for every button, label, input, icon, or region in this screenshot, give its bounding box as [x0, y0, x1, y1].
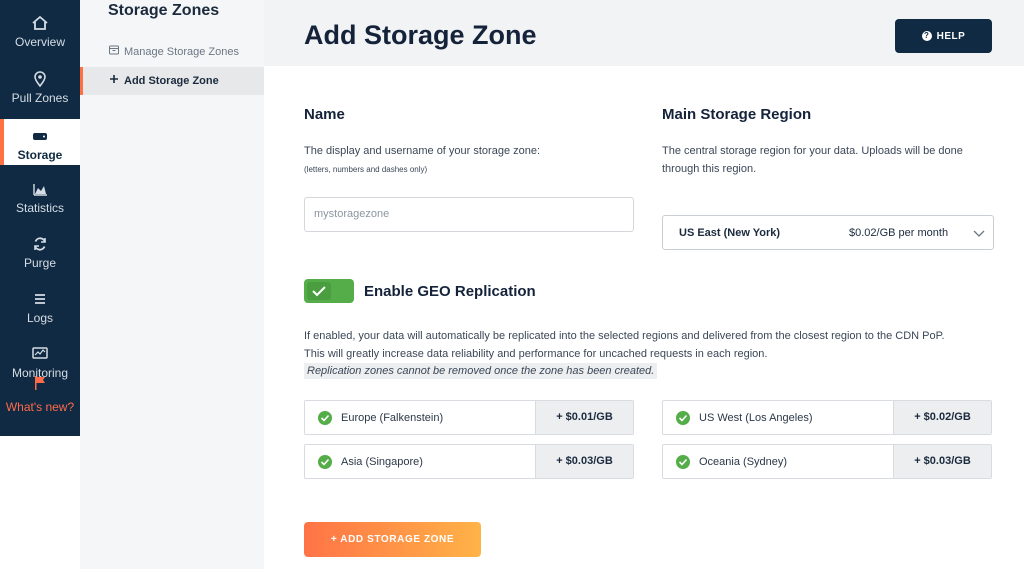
check-circle-icon [318, 411, 332, 425]
geo-description-line1: If enabled, your data will automatically… [304, 330, 945, 342]
zone-price: + $0.01/GB [535, 401, 633, 434]
name-heading: Name [304, 106, 345, 123]
zone-price: + $0.03/GB [535, 445, 633, 478]
replication-zone-us-west[interactable]: US West (Los Angeles) + $0.02/GB [662, 400, 992, 435]
area-chart-icon [33, 184, 47, 196]
monitor-icon [32, 347, 48, 359]
storage-subnav: Storage Zones Manage Storage Zones Add S… [80, 0, 264, 569]
nav-item-statistics[interactable]: Statistics [0, 180, 80, 232]
page-title: Add Storage Zone [304, 20, 537, 50]
storage-zone-name-input[interactable]: mystoragezone [304, 197, 634, 232]
replication-zone-europe[interactable]: Europe (Falkenstein) + $0.01/GB [304, 400, 634, 435]
nav-item-storage[interactable]: Storage [0, 119, 80, 165]
check-circle-icon [318, 455, 332, 469]
main-nav: Overview Pull Zones Storage Statistics P… [0, 0, 80, 436]
main-region-select[interactable]: US East (New York) $0.02/GB per month [662, 215, 994, 250]
archive-icon [108, 38, 120, 66]
subnav-item-manage-storage-zones[interactable]: Manage Storage Zones [80, 38, 264, 66]
help-button[interactable]: ? HELP [895, 19, 992, 53]
list-icon [35, 294, 45, 304]
selected-region-price: $0.02/GB per month [849, 227, 949, 239]
plus-icon [108, 67, 120, 95]
region-heading: Main Storage Region [662, 106, 812, 123]
nav-label: Pull Zones [11, 91, 69, 105]
nav-item-overview[interactable]: Overview [0, 14, 80, 66]
nav-item-pull-zones[interactable]: Pull Zones [0, 70, 80, 122]
nav-item-purge[interactable]: Purge [0, 235, 80, 287]
region-description-line2: through this region. [662, 163, 757, 175]
flag-icon [35, 376, 45, 390]
nav-item-logs[interactable]: Logs [0, 290, 80, 342]
geo-replication-label: Enable GEO Replication [364, 283, 536, 300]
selected-region: US East (New York) [679, 227, 781, 239]
zone-name: Oceania (Sydney) [699, 456, 788, 468]
subnav-item-add-storage-zone[interactable]: Add Storage Zone [80, 67, 264, 95]
zone-price: + $0.03/GB [893, 445, 991, 478]
replication-zone-asia[interactable]: Asia (Singapore) + $0.03/GB [304, 444, 634, 479]
checkmark-icon [312, 286, 326, 297]
nav-label: Logs [26, 311, 54, 325]
whats-new-link[interactable]: What's new? [0, 400, 80, 414]
question-icon: ? [921, 31, 932, 41]
replication-zone-oceania[interactable]: Oceania (Sydney) + $0.03/GB [662, 444, 992, 479]
nav-label: Overview [14, 35, 65, 49]
add-storage-zone-button[interactable]: + ADD STORAGE ZONE [304, 522, 481, 557]
location-pin-icon [34, 71, 46, 88]
subnav-title: Storage Zones [108, 2, 220, 19]
geo-description-line2: This will greatly increase data reliabil… [304, 348, 768, 360]
name-hint: (letters, numbers and dashes only) [304, 165, 428, 174]
home-icon [32, 15, 48, 30]
check-circle-icon [676, 455, 690, 469]
refresh-icon [34, 237, 46, 251]
zone-price: + $0.02/GB [893, 401, 991, 434]
chevron-down-icon [973, 230, 985, 237]
nav-label: Statistics [15, 201, 64, 215]
subnav-label: Add Storage Zone [124, 75, 219, 87]
subnav-label: Manage Storage Zones [124, 46, 239, 58]
help-label: HELP [936, 30, 966, 42]
hard-drive-icon [33, 133, 47, 140]
nav-label: Purge [23, 256, 57, 270]
nav-label: Storage [17, 148, 63, 162]
zone-name: US West (Los Angeles) [699, 412, 813, 424]
region-description-line1: The central storage region for your data… [662, 145, 963, 157]
zone-name: Asia (Singapore) [341, 456, 423, 468]
geo-replication-toggle[interactable] [304, 279, 354, 303]
geo-warning-note: Replication zones cannot be removed once… [304, 363, 658, 379]
zone-name: Europe (Falkenstein) [341, 412, 444, 424]
page-header: Add Storage Zone ? HELP [264, 0, 1024, 66]
name-description: The display and username of your storage… [304, 145, 541, 157]
check-circle-icon [676, 411, 690, 425]
